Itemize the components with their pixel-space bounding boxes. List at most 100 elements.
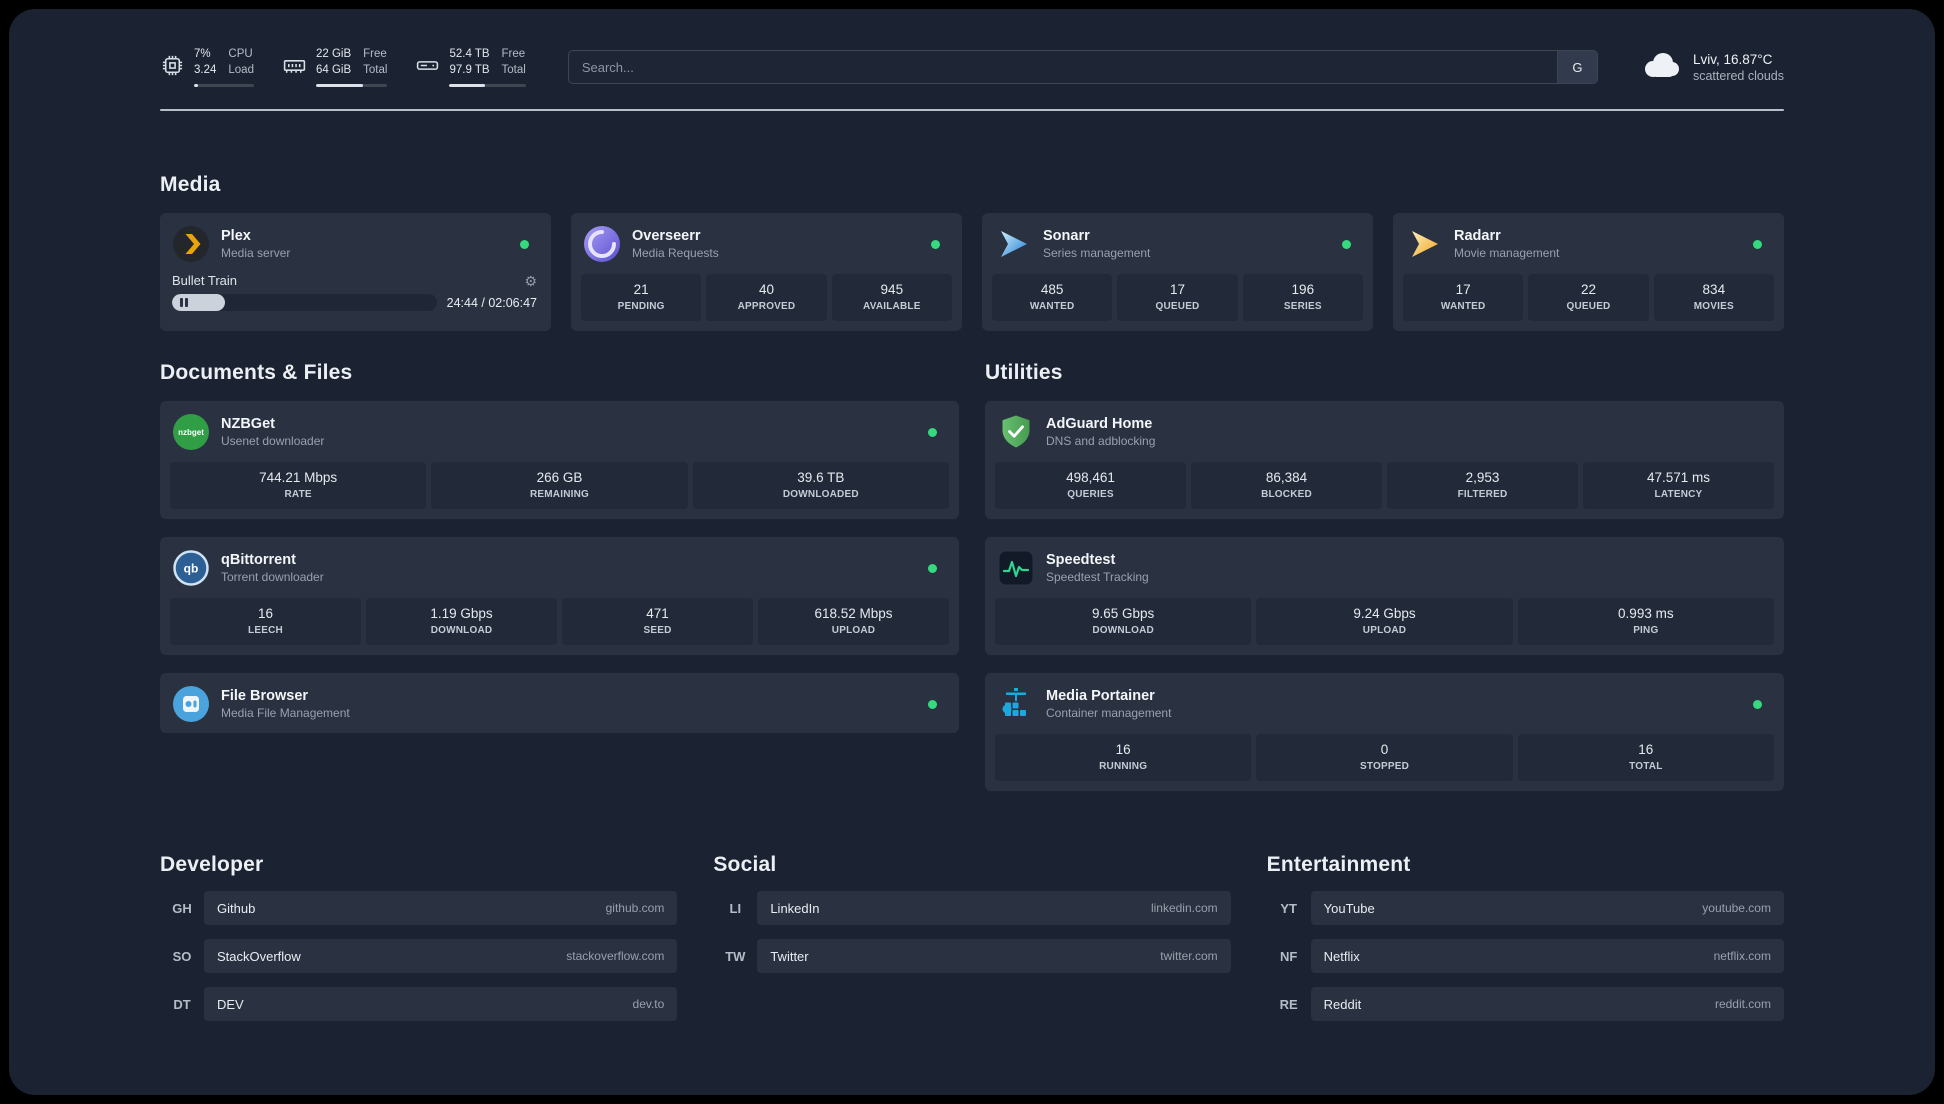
now-playing-title: Bullet Train <box>172 273 238 288</box>
stat-seed: 471 SEED <box>562 598 753 645</box>
disk-free: 52.4 TB <box>449 48 490 61</box>
plex-icon <box>172 225 210 263</box>
playback-time: 24:44 / 02:06:47 <box>446 295 537 310</box>
stat-queued: 22 QUEUED <box>1528 274 1649 321</box>
status-dot <box>1342 239 1351 249</box>
filebrowser-icon <box>172 685 210 723</box>
gear-icon[interactable]: ⚙ <box>524 274 537 288</box>
adguard-icon <box>997 413 1035 451</box>
search-provider-button[interactable]: G <box>1556 51 1597 83</box>
bookmark-abbr: NF <box>1279 948 1298 964</box>
bookmark-abbr: TW <box>725 948 746 964</box>
status-dot <box>1753 239 1762 249</box>
memory-bar <box>315 83 388 87</box>
service-subtitle: Torrent downloader <box>221 570 324 584</box>
service-subtitle: Usenet downloader <box>221 434 325 448</box>
bookmark-group-developer: Developer GH Github github.com SO StackO… <box>160 853 678 1021</box>
stat-filtered: 2,953 FILTERED <box>1387 462 1578 509</box>
stat-download: 1.19 Gbps DOWNLOAD <box>366 598 557 645</box>
stat-downloaded: 39.6 TB DOWNLOADED <box>692 462 949 509</box>
stat-queued: 17 QUEUED <box>1117 274 1238 321</box>
service-card-adguard[interactable]: AdGuard Home DNS and adblocking 498,461 … <box>985 401 1784 519</box>
memory-free-label: Free <box>363 48 387 61</box>
section-title-developer: Developer <box>160 853 264 876</box>
bookmark-abbr: RE <box>1279 996 1298 1012</box>
memory-free: 22 GiB <box>315 48 352 61</box>
radarr-icon <box>1405 225 1443 263</box>
bookmark-abbr: SO <box>172 948 192 964</box>
section-title-media: Media <box>160 173 221 196</box>
disk-free-label: Free <box>501 48 526 61</box>
service-card-radarr[interactable]: Radarr Movie management 17 WANTED 22 QUE… <box>1393 213 1784 331</box>
stat-ping: 0.993 ms PING <box>1517 598 1774 645</box>
top-bar: 7% 3.24 CPU Load 22 GiB 64 GiB Free Tota… <box>160 43 1784 91</box>
section-title-social: Social <box>713 853 777 876</box>
service-card-nzbget[interactable]: nzbget NZBGet Usenet downloader 744.21 M… <box>160 401 959 519</box>
service-subtitle: Media Requests <box>632 246 719 260</box>
cpu-load: 3.24 <box>194 64 217 76</box>
search-input[interactable] <box>568 51 1557 83</box>
speedtest-icon <box>997 549 1035 587</box>
service-card-sonarr[interactable]: Sonarr Series management 485 WANTED 17 Q… <box>982 213 1373 331</box>
dashboard-panel: 7% 3.24 CPU Load 22 GiB 64 GiB Free Tota… <box>9 9 1935 1095</box>
service-name: Media Portainer <box>1046 688 1155 704</box>
status-dot <box>931 239 940 249</box>
stat-stopped: 0 STOPPED <box>1256 734 1513 781</box>
status-dot <box>928 427 937 437</box>
stat-wanted: 485 WANTED <box>992 274 1113 321</box>
service-subtitle: Series management <box>1043 246 1151 260</box>
service-subtitle: Speedtest Tracking <box>1046 570 1149 584</box>
status-dot <box>928 563 937 573</box>
status-dot <box>928 699 937 709</box>
service-card-qbittorrent[interactable]: qb qBittorrent Torrent downloader 16 LEE… <box>160 537 959 655</box>
weather-widget[interactable]: Lviv, 16.87°C scattered clouds <box>1640 50 1784 85</box>
status-dot <box>1753 699 1762 709</box>
disk-bar <box>449 83 526 87</box>
service-name: NZBGet <box>221 416 275 432</box>
pause-icon[interactable] <box>180 298 188 307</box>
service-card-filebrowser[interactable]: File Browser Media File Management <box>160 673 959 733</box>
svg-text:qb: qb <box>184 562 199 576</box>
service-name: qBittorrent <box>221 552 296 568</box>
service-name: Radarr <box>1454 228 1501 244</box>
bookmark-stackoverflow[interactable]: SO StackOverflow stackoverflow.com <box>160 939 678 973</box>
memory-total-label: Total <box>363 64 388 76</box>
portainer-icon <box>997 685 1035 723</box>
bookmark-linkedin[interactable]: LI LinkedIn linkedin.com <box>713 891 1231 925</box>
cpu-icon <box>160 53 185 83</box>
service-subtitle: Container management <box>1046 706 1172 720</box>
sonarr-icon <box>994 225 1032 263</box>
memory-total: 64 GiB <box>315 64 352 76</box>
bookmark-abbr: DT <box>173 996 191 1012</box>
bookmark-netflix[interactable]: NF Netflix netflix.com <box>1267 939 1784 973</box>
stat-upload: 9.24 Gbps UPLOAD <box>1256 598 1513 645</box>
stat-running: 16 RUNNING <box>995 734 1252 781</box>
bookmark-dev[interactable]: DT DEV dev.to <box>160 987 678 1021</box>
bookmark-reddit[interactable]: RE Reddit reddit.com <box>1267 987 1784 1021</box>
nzbget-icon: nzbget <box>172 413 210 451</box>
stat-movies: 834 MOVIES <box>1653 274 1774 321</box>
service-subtitle: Media server <box>221 246 291 260</box>
bookmark-youtube[interactable]: YT YouTube youtube.com <box>1267 891 1784 925</box>
header-divider <box>160 109 1784 111</box>
cpu-label: CPU <box>228 48 253 61</box>
service-card-portainer[interactable]: Media Portainer Container management 16 … <box>985 673 1784 791</box>
cpu-widget: 7% 3.24 CPU Load <box>160 47 254 87</box>
disk-total: 97.9 TB <box>449 64 490 76</box>
bookmark-github[interactable]: GH Github github.com <box>160 891 678 925</box>
bookmark-twitter[interactable]: TW Twitter twitter.com <box>713 939 1231 973</box>
service-card-plex[interactable]: Plex Media server Bullet Train ⚙ 24:44 /… <box>160 213 551 331</box>
service-card-overseerr[interactable]: Overseerr Media Requests 21 PENDING 40 A… <box>571 213 962 331</box>
cpu-bar <box>194 83 254 87</box>
bookmark-group-social: Social LI LinkedIn linkedin.com TW Twitt… <box>713 853 1231 1021</box>
service-name: Sonarr <box>1043 228 1090 244</box>
search-bar: G <box>567 50 1598 84</box>
service-card-speedtest[interactable]: Speedtest Speedtest Tracking 9.65 Gbps D… <box>985 537 1784 655</box>
cloud-icon <box>1640 50 1682 85</box>
memory-widget: 22 GiB 64 GiB Free Total <box>282 47 388 87</box>
bookmark-abbr: GH <box>172 900 192 916</box>
overseerr-icon <box>583 225 621 263</box>
stat-rate: 744.21 Mbps RATE <box>170 462 427 509</box>
service-name: File Browser <box>221 688 309 704</box>
playback-progress-bar[interactable] <box>172 294 437 311</box>
